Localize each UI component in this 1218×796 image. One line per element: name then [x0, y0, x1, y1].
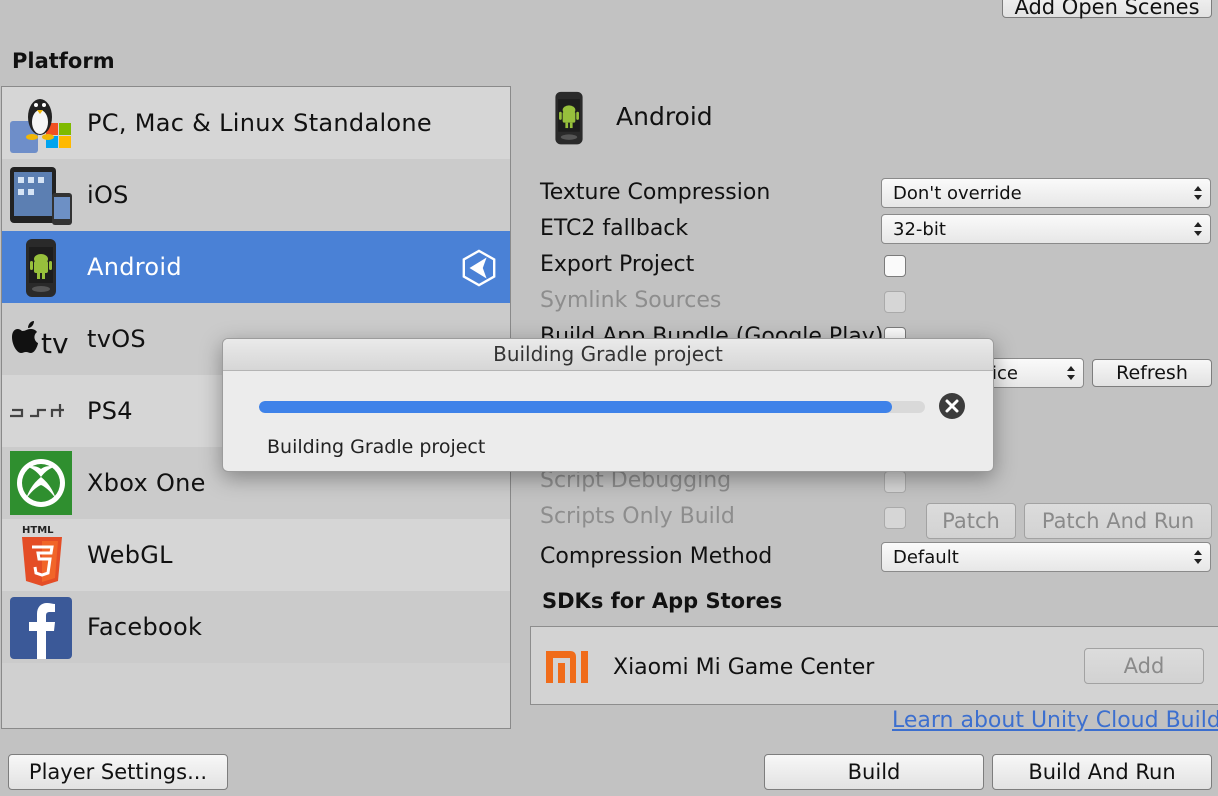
platform-label: tvOS — [87, 325, 146, 353]
platform-label: Facebook — [87, 613, 203, 641]
svg-text:HTML: HTML — [22, 525, 54, 536]
html5-icon: HTML — [22, 525, 62, 586]
platform-label: PC, Mac & Linux Standalone — [87, 109, 432, 137]
patch-label: Patch — [942, 509, 1000, 533]
etc2-fallback-label: ETC2 fallback — [540, 216, 689, 241]
dropdown-arrows-icon — [1067, 366, 1075, 380]
dropdown-value: ice — [992, 362, 1018, 384]
platform-section-title: Platform — [12, 49, 115, 73]
compression-method-label: Compression Method — [540, 544, 773, 569]
dialog-title: Building Gradle project — [223, 339, 993, 371]
scripts-only-build-label: Scripts Only Build — [540, 504, 735, 529]
add-sdk-label: Add — [1123, 654, 1165, 678]
progress-bar — [259, 401, 925, 413]
refresh-button[interactable]: Refresh — [1092, 359, 1212, 387]
add-open-scenes-label: Add Open Scenes — [1014, 0, 1200, 19]
build-label: Build — [847, 760, 901, 784]
platform-label: WebGL — [87, 541, 173, 569]
texture-compression-label: Texture Compression — [540, 180, 771, 205]
dialog-status-text: Building Gradle project — [267, 436, 486, 458]
refresh-label: Refresh — [1116, 362, 1188, 384]
patch-and-run-button[interactable]: Patch And Run — [1024, 503, 1212, 539]
script-debugging-checkbox[interactable] — [884, 471, 906, 493]
patch-button[interactable]: Patch — [926, 503, 1016, 539]
platform-label: iOS — [87, 181, 129, 209]
ios-devices-icon — [10, 167, 72, 225]
unity-logo-icon — [462, 249, 496, 287]
dropdown-arrows-icon — [1194, 186, 1202, 200]
progress-bar-fill — [259, 401, 892, 413]
xbox-logo-icon — [10, 451, 72, 515]
facebook-icon — [10, 597, 72, 659]
build-and-run-label: Build And Run — [1028, 760, 1176, 784]
player-settings-label: Player Settings... — [28, 760, 208, 784]
symlink-sources-label: Symlink Sources — [540, 288, 722, 313]
svg-text:tv: tv — [41, 327, 69, 360]
dropdown-arrows-icon — [1194, 222, 1202, 236]
platform-item-standalone[interactable]: PC, Mac & Linux Standalone — [2, 87, 510, 159]
build-and-run-button[interactable]: Build And Run — [992, 754, 1212, 790]
platform-label: Xbox One — [87, 469, 206, 497]
platform-item-facebook[interactable]: Facebook — [2, 591, 510, 663]
sdk-section-title: SDKs for App Stores — [542, 589, 783, 613]
apple-tv-icon: tv — [12, 321, 69, 360]
export-project-checkbox[interactable] — [884, 255, 906, 277]
settings-platform-title: Android — [616, 102, 713, 131]
cancel-icon[interactable] — [937, 391, 967, 421]
export-project-label: Export Project — [540, 252, 695, 277]
dropdown-arrows-icon — [1194, 550, 1202, 564]
platform-item-webgl[interactable]: HTML WebGL — [2, 519, 510, 591]
sdk-item-label: Xiaomi Mi Game Center — [613, 655, 875, 680]
dropdown-value: Default — [893, 546, 959, 568]
build-button[interactable]: Build — [764, 754, 984, 790]
ps4-logo-icon — [10, 404, 64, 418]
player-settings-button[interactable]: Player Settings... — [8, 754, 228, 790]
android-phone-icon — [555, 91, 583, 145]
platform-label: PS4 — [87, 397, 133, 425]
add-open-scenes-button[interactable]: Add Open Scenes — [1002, 0, 1212, 19]
symlink-sources-checkbox[interactable] — [884, 291, 906, 313]
dropdown-value: 32-bit — [893, 218, 946, 240]
compression-method-dropdown[interactable]: Default — [881, 542, 1211, 572]
sdk-panel: Xiaomi Mi Game Center Add — [530, 626, 1218, 705]
platform-label: Android — [87, 253, 182, 281]
android-phone-icon — [26, 239, 56, 297]
platform-item-android[interactable]: Android — [2, 231, 510, 303]
platform-item-ios[interactable]: iOS — [2, 159, 510, 231]
dropdown-value: Don't override — [893, 182, 1022, 204]
scripts-only-build-checkbox[interactable] — [884, 507, 906, 529]
texture-compression-dropdown[interactable]: Don't override — [881, 178, 1211, 208]
add-sdk-button[interactable]: Add — [1084, 648, 1204, 684]
standalone-icon — [10, 99, 71, 153]
learn-cloud-build-link[interactable]: Learn about Unity Cloud Build — [892, 708, 1218, 733]
etc2-fallback-dropdown[interactable]: 32-bit — [881, 214, 1211, 244]
patch-and-run-label: Patch And Run — [1041, 509, 1195, 533]
progress-dialog: Building Gradle project Building Gradle … — [222, 338, 994, 472]
xiaomi-logo-icon — [546, 651, 588, 683]
